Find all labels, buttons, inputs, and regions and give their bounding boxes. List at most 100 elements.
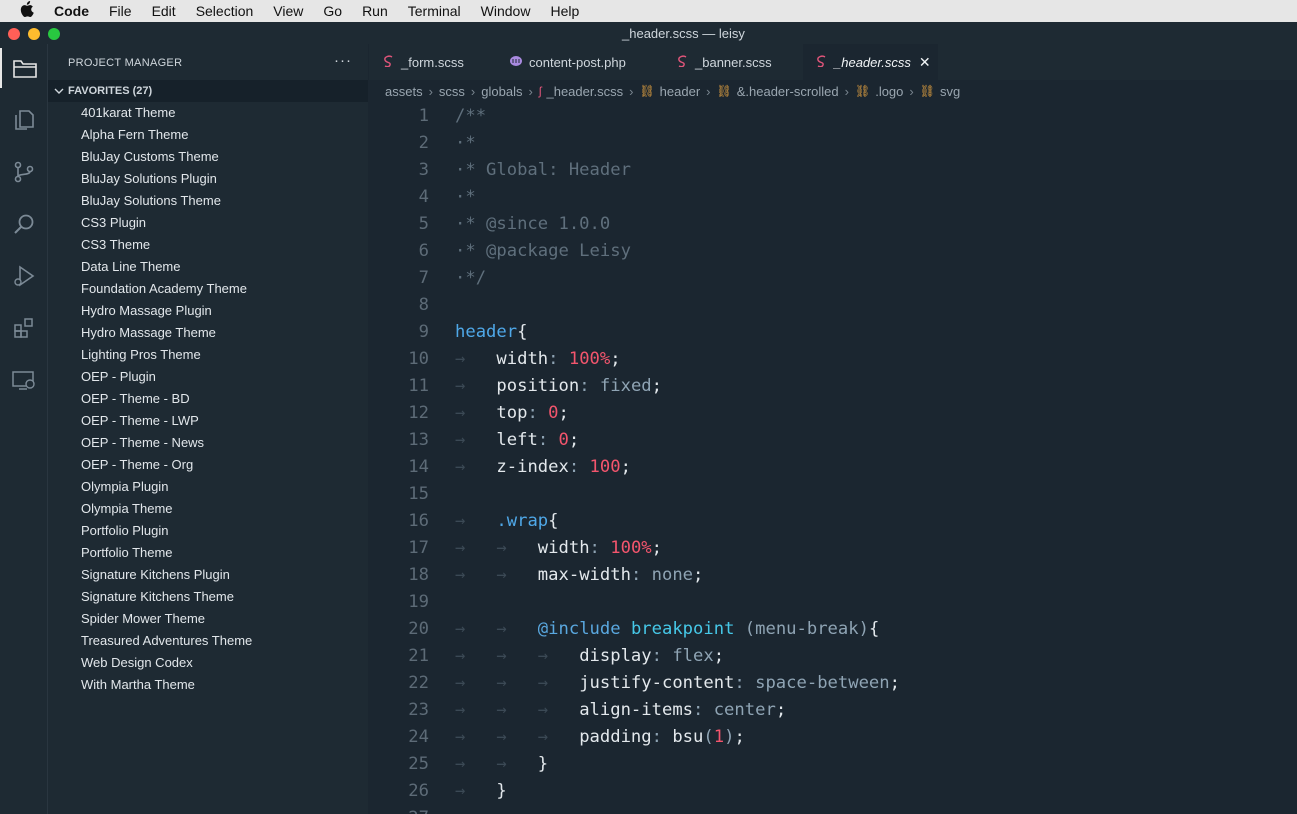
list-item[interactable]: OEP - Theme - News — [48, 432, 368, 454]
code-line[interactable]: 21 → → → display: flex; — [369, 643, 1297, 670]
code-token: : — [651, 727, 673, 747]
code-line[interactable]: 23 → → → align-items: center; — [369, 697, 1297, 724]
close-icon[interactable]: ✕ — [919, 54, 931, 71]
line-number: 3 — [418, 160, 429, 180]
tab-header-scss[interactable]: _header.scss ✕ — [803, 44, 938, 80]
menu-file[interactable]: File — [109, 3, 132, 19]
code-line[interactable]: 1 /** — [369, 103, 1297, 130]
code-token: ·*/ — [455, 268, 487, 288]
list-item[interactable]: Portfolio Plugin — [48, 520, 368, 542]
code-line[interactable]: 2 ·* — [369, 130, 1297, 157]
tab-content-post-php[interactable]: content-post.php — [509, 44, 626, 80]
code-token: justify-content — [579, 673, 735, 693]
menu-app-name[interactable]: Code — [54, 3, 89, 19]
code-line[interactable]: 26 → } — [369, 778, 1297, 805]
code-token: } — [537, 754, 549, 774]
list-item[interactable]: CS3 Theme — [48, 234, 368, 256]
code-line[interactable]: 12 → top: 0; — [369, 400, 1297, 427]
list-item[interactable]: OEP - Theme - Org — [48, 454, 368, 476]
breadcrumb-item[interactable]: &.header-scrolled — [737, 84, 839, 99]
code-line[interactable]: 6 ·* @package Leisy — [369, 238, 1297, 265]
code-line[interactable]: 25 → → } — [369, 751, 1297, 778]
list-item[interactable]: BluJay Customs Theme — [48, 146, 368, 168]
list-item[interactable]: OEP - Theme - BD — [48, 388, 368, 410]
code-line[interactable]: 16 → .wrap{ — [369, 508, 1297, 535]
source-control-icon[interactable] — [0, 152, 47, 192]
menu-run[interactable]: Run — [362, 3, 388, 19]
menu-terminal[interactable]: Terminal — [408, 3, 461, 19]
code-line[interactable]: 18 → → max-width: none; — [369, 562, 1297, 589]
list-item[interactable]: Treasured Adventures Theme — [48, 630, 368, 652]
project-manager-icon[interactable] — [0, 48, 47, 88]
line-number: 9 — [418, 322, 429, 342]
menu-help[interactable]: Help — [550, 3, 579, 19]
code-line[interactable]: 19 — [369, 589, 1297, 616]
code-line[interactable]: 7 ·*/ — [369, 265, 1297, 292]
list-item[interactable]: Data Line Theme — [48, 256, 368, 278]
breadcrumb-item[interactable]: _header.scss — [546, 84, 623, 99]
apple-logo-icon[interactable] — [0, 1, 54, 21]
code-line[interactable]: 4 ·* — [369, 184, 1297, 211]
list-item[interactable]: BluJay Solutions Theme — [48, 190, 368, 212]
code-line[interactable]: 20 → → @include breakpoint (menu-break){ — [369, 616, 1297, 643]
favorites-section-header[interactable]: FAVORITES (27) — [48, 80, 368, 102]
tab-form-scss[interactable]: _form.scss — [383, 44, 464, 80]
menu-view[interactable]: View — [273, 3, 303, 19]
list-item[interactable]: Hydro Massage Plugin — [48, 300, 368, 322]
code-line[interactable]: 24 → → → padding: bsu(1); — [369, 724, 1297, 751]
list-item[interactable]: Web Design Codex — [48, 652, 368, 674]
list-item[interactable]: OEP - Plugin — [48, 366, 368, 388]
remote-explorer-icon[interactable] — [0, 360, 47, 400]
list-item[interactable]: Olympia Theme — [48, 498, 368, 520]
list-item[interactable]: Lighting Pros Theme — [48, 344, 368, 366]
list-item[interactable]: Foundation Academy Theme — [48, 278, 368, 300]
list-item[interactable]: Signature Kitchens Theme — [48, 586, 368, 608]
menu-go[interactable]: Go — [323, 3, 342, 19]
search-icon[interactable] — [0, 204, 47, 244]
code-line[interactable]: 10 → width: 100%; — [369, 346, 1297, 373]
code-editor[interactable]: 1 /** 2 ·* 3 ·* Global: Header 4 ·* 5 ·* @since 1… — [369, 103, 1297, 814]
code-line[interactable]: 14 → z-index: 100; — [369, 454, 1297, 481]
menu-window[interactable]: Window — [481, 3, 531, 19]
menu-edit[interactable]: Edit — [152, 3, 176, 19]
list-item[interactable]: Portfolio Theme — [48, 542, 368, 564]
code-line[interactable]: 8 — [369, 292, 1297, 319]
list-item[interactable]: With Martha Theme — [48, 674, 368, 696]
code-line[interactable]: 11 → position: fixed; — [369, 373, 1297, 400]
menu-selection[interactable]: Selection — [196, 3, 254, 19]
symbol-class-icon: ⛓ — [639, 84, 655, 98]
list-item[interactable]: 401karat Theme — [48, 102, 368, 124]
breadcrumb-item[interactable]: assets — [385, 84, 423, 99]
editor-tabs: _form.scss content-post.php _banner.scss… — [369, 44, 1297, 80]
code-line[interactable]: 3 ·* Global: Header — [369, 157, 1297, 184]
breadcrumb-item[interactable]: globals — [481, 84, 522, 99]
code-text: → → } — [455, 751, 548, 778]
list-item[interactable]: Spider Mower Theme — [48, 608, 368, 630]
breadcrumb-item[interactable]: .logo — [875, 84, 903, 99]
code-line[interactable]: 13 → left: 0; — [369, 427, 1297, 454]
breadcrumb-item[interactable]: scss — [439, 84, 465, 99]
code-line[interactable]: 15 — [369, 481, 1297, 508]
code-token: → → → — [455, 646, 580, 666]
code-line[interactable]: 9 header{ — [369, 319, 1297, 346]
explorer-icon[interactable] — [0, 100, 47, 140]
list-item[interactable]: Hydro Massage Theme — [48, 322, 368, 344]
list-item[interactable]: BluJay Solutions Plugin — [48, 168, 368, 190]
extensions-icon[interactable] — [0, 308, 47, 348]
code-token: → — [455, 511, 497, 531]
tab-banner-scss[interactable]: _banner.scss — [677, 44, 772, 80]
list-item[interactable]: CS3 Plugin — [48, 212, 368, 234]
code-line[interactable]: 22 → → → justify-content: space-between; — [369, 670, 1297, 697]
code-line[interactable]: 5 ·* @since 1.0.0 — [369, 211, 1297, 238]
more-actions-button[interactable]: ··· — [334, 52, 352, 69]
breadcrumb-item[interactable]: svg — [940, 84, 960, 99]
list-item[interactable]: Olympia Plugin — [48, 476, 368, 498]
code-line[interactable]: 27 — [369, 805, 1297, 814]
list-item[interactable]: OEP - Theme - LWP — [48, 410, 368, 432]
code-line[interactable]: 17 → → width: 100%; — [369, 535, 1297, 562]
list-item[interactable]: Alpha Fern Theme — [48, 124, 368, 146]
breadcrumb-item[interactable]: header — [660, 84, 700, 99]
run-debug-icon[interactable] — [0, 256, 47, 296]
list-item[interactable]: Signature Kitchens Plugin — [48, 564, 368, 586]
chevron-right-icon: › — [470, 83, 476, 99]
